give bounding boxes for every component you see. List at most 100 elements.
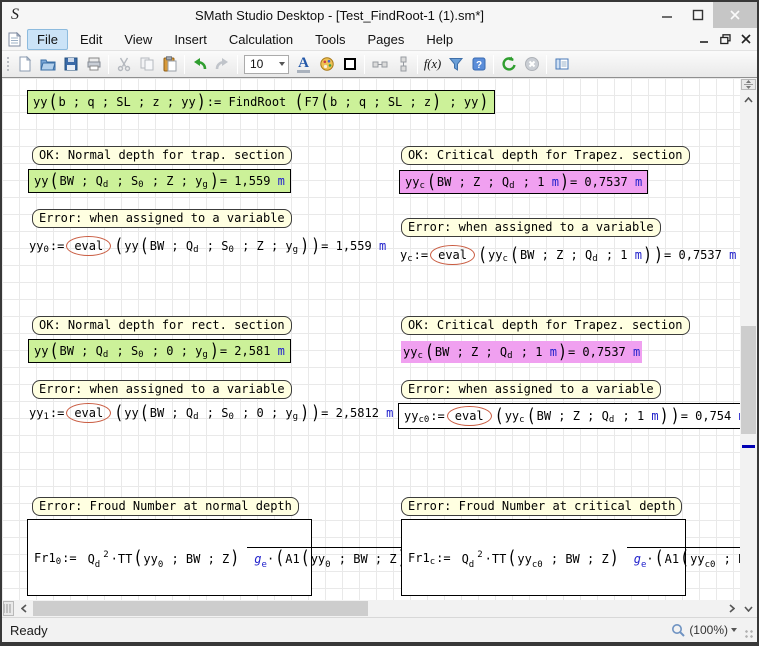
note-label[interactable]: OK: Critical depth for Trapez. section [401,146,690,165]
horizontal-spacing-button[interactable] [368,53,391,76]
formula-eval-yyc0[interactable]: yyc0:=eval(yyc(BW ; Z ; Qd ; 1 m))= 0,75… [398,403,740,429]
font-size-combo[interactable]: 10 [244,55,289,74]
horizontal-splitter-handle[interactable] [3,601,14,616]
note-label[interactable]: Error: when assigned to a variable [32,380,292,399]
formula-critical-depth-trapez[interactable]: yyc(BW ; Z ; Qd ; 1 m)= 0,7537 m [399,170,648,194]
menu-view[interactable]: View [114,29,162,50]
formula-eval-yy0[interactable]: yy0:=eval(yy(BW ; Qd ; S0 ; Z ; yg))= 1,… [27,234,388,258]
note-label[interactable]: Error: Froud Number at critical depth [401,497,682,516]
menu-tools[interactable]: Tools [305,29,355,50]
copy-icon [139,56,155,72]
save-button[interactable] [59,53,82,76]
status-text: Ready [2,623,48,638]
font-color-icon: A [297,56,310,73]
zoom-value: (100%) [689,623,728,637]
scroll-right-button[interactable] [724,600,739,617]
toolbar-separator [546,55,547,74]
note-label[interactable]: Error: Froud Number at normal depth [32,497,299,516]
menu-pages[interactable]: Pages [358,29,415,50]
toolbar-separator [493,55,494,74]
menu-help[interactable]: Help [416,29,463,50]
note-label[interactable]: Error: when assigned to a variable [32,209,292,228]
border-button[interactable] [338,53,361,76]
formula-normal-depth-rect[interactable]: yy(BW ; Qd ; S0 ; 0 ; yg)= 2,581 m [28,339,291,363]
open-button[interactable] [36,53,59,76]
zoom-control[interactable]: (100%) [671,623,737,638]
chevron-left-icon [21,604,27,613]
vertical-scrollbar[interactable] [740,78,757,617]
minimize-icon [661,9,673,21]
mdi-minimize-button[interactable] [700,34,710,44]
chevron-down-icon [744,606,753,612]
close-icon [729,9,741,21]
paste-button[interactable] [158,53,181,76]
function-icon: f(x) [424,57,441,72]
copy-button[interactable] [135,53,158,76]
svg-text:?: ? [475,60,481,71]
function-button[interactable]: f(x) [421,53,444,76]
toolbar-separator [364,55,365,74]
printer-icon [86,56,102,72]
question-icon: ? [471,56,487,72]
toolbar-separator [184,55,185,74]
note-label[interactable]: OK: Normal depth for rect. section [32,316,292,335]
formula-eval-yy1[interactable]: yy1:=eval(yy(BW ; Qd ; S0 ; 0 ; yg))= 2,… [27,401,395,425]
filter-button[interactable] [444,53,467,76]
undo-button[interactable] [188,53,211,76]
font-size-dropdown[interactable] [275,56,288,73]
scroll-left-button[interactable] [16,600,31,617]
scroll-down-button[interactable] [740,601,757,616]
refresh-icon [501,56,517,72]
menu-insert[interactable]: Insert [164,29,217,50]
vertical-spacing-button[interactable] [391,53,414,76]
toolbar: 10 A f(x) ? [2,50,757,78]
note-label[interactable]: Error: when assigned to a variable [401,380,661,399]
close-button[interactable] [713,2,757,28]
recalculate-button[interactable] [497,53,520,76]
clipboard-paste-icon [162,56,178,72]
vertical-scroll-thumb[interactable] [741,326,756,434]
minimize-button[interactable] [651,2,682,28]
formula-findroot-definition[interactable]: yy(b ; q ; SL ; z ; yy):= FindRoot (F7(b… [27,90,495,114]
toolbar-separator [237,55,238,74]
horizontal-scrollbar[interactable] [2,600,740,617]
menu-calculation[interactable]: Calculation [219,29,303,50]
stop-button[interactable] [520,53,543,76]
toolbar-separator [108,55,109,74]
options-button[interactable] [550,53,573,76]
menu-file[interactable]: File [27,29,68,50]
formula-froude-normal[interactable]: Fr10:=Qd2·TT(yy0 ; BW ; Z)ge·(A1(yy0 ; B… [27,519,312,596]
formula-normal-depth-trap[interactable]: yy(BW ; Qd ; S0 ; Z ; yg)= 1,559 m [28,169,291,193]
chevron-down-icon [731,628,737,632]
new-document-button[interactable] [13,53,36,76]
note-label[interactable]: OK: Normal depth for trap. section [32,146,292,165]
scissors-icon [116,56,132,72]
maximize-button[interactable] [682,2,713,28]
menu-edit[interactable]: Edit [70,29,112,50]
palette-icon [319,56,335,72]
palette-button[interactable] [315,53,338,76]
resize-grip[interactable] [744,629,754,639]
font-color-button[interactable]: A [292,53,315,76]
worksheet-canvas[interactable]: yy(b ; q ; SL ; z ; yy):= FindRoot (F7(b… [2,78,740,600]
redo-button[interactable] [211,53,234,76]
formula-eval-yc[interactable]: yc:=eval(yyc(BW ; Z ; Qd ; 1 m))= 0,7537… [398,243,738,267]
chevron-right-icon [729,604,735,613]
document-menu-icon[interactable] [2,32,26,47]
magnifier-icon [671,623,686,638]
note-label[interactable]: Error: when assigned to a variable [401,218,661,237]
help-button[interactable]: ? [467,53,490,76]
cut-button[interactable] [112,53,135,76]
print-button[interactable] [82,53,105,76]
horizontal-scroll-thumb[interactable] [33,601,368,616]
formula-critical-depth-trapez-2[interactable]: yyc(BW ; Z ; Qd ; 1 m)= 0,7537 m [401,341,642,363]
split-icon [744,80,753,89]
scroll-up-button[interactable] [740,92,757,107]
mdi-close-button[interactable] [741,34,751,44]
funnel-icon [448,56,464,72]
toolbar-grip[interactable] [5,55,10,73]
mdi-restore-button[interactable] [720,34,731,45]
formula-froude-critical[interactable]: Fr1c:=Qd2·TT(yyc0 ; BW ; Z)ge·(A1(yyc0 ;… [401,519,686,596]
note-label[interactable]: OK: Critical depth for Trapez. section [401,316,690,335]
vertical-splitter-handle[interactable] [741,79,756,90]
